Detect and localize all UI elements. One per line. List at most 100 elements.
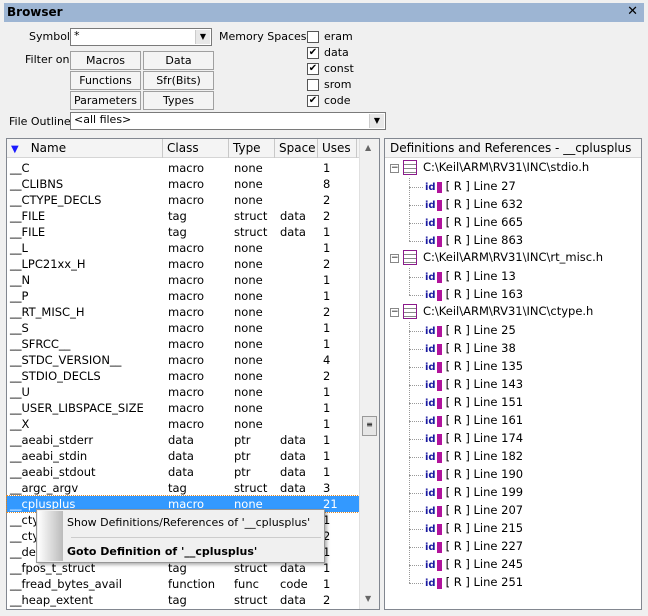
table-row[interactable]: __aeabi_stderr data ptr data 1 bbox=[7, 432, 359, 448]
list-header: ▼ Name Class Type Space Uses bbox=[7, 139, 359, 158]
cell-uses: 21 bbox=[323, 497, 338, 511]
filter-button-data[interactable]: Data bbox=[143, 51, 214, 70]
cell-type: none bbox=[234, 289, 263, 303]
identifier-icon: id bbox=[425, 524, 442, 535]
table-row[interactable]: __aeabi_stdout data ptr data 1 bbox=[7, 464, 359, 480]
menu-item-show-references[interactable]: Show Definitions/References of '__cplusp… bbox=[67, 516, 310, 529]
cell-type: func bbox=[234, 577, 259, 591]
checkbox-eram[interactable] bbox=[307, 31, 319, 43]
cell-uses: 8 bbox=[323, 177, 331, 191]
table-row[interactable]: __LPC21xx_H macro none 2 bbox=[7, 256, 359, 272]
reference-node[interactable]: id[ R ] Line 25 bbox=[425, 323, 516, 341]
file-path: C:\Keil\ARM\RV31\INC\rt_misc.h bbox=[423, 250, 604, 264]
column-header-type[interactable]: Type bbox=[229, 139, 275, 158]
vertical-scrollbar[interactable]: ▲ ≡ ▼ bbox=[359, 139, 379, 609]
reference-node[interactable]: id[ R ] Line 245 bbox=[425, 557, 523, 575]
file-node[interactable]: C:\Keil\ARM\RV31\INC\rt_misc.h bbox=[403, 250, 603, 268]
table-row[interactable]: __U macro none 1 bbox=[7, 384, 359, 400]
filter-button-functions[interactable]: Functions bbox=[70, 71, 141, 90]
reference-label: [ R ] Line 245 bbox=[445, 557, 524, 571]
menu-item-goto-definition[interactable]: Goto Definition of '__cplusplus' bbox=[67, 545, 257, 558]
cell-type: none bbox=[234, 257, 263, 271]
reference-node[interactable]: id[ R ] Line 199 bbox=[425, 485, 523, 503]
reference-node[interactable]: id[ R ] Line 665 bbox=[425, 215, 523, 233]
checkbox-const[interactable]: ✔ bbox=[307, 63, 319, 75]
scroll-up-icon[interactable]: ▲ bbox=[365, 143, 371, 152]
cell-type: struct bbox=[234, 225, 268, 239]
table-row[interactable]: __aeabi_stdin data ptr data 1 bbox=[7, 448, 359, 464]
table-row[interactable]: __P macro none 1 bbox=[7, 288, 359, 304]
collapse-icon[interactable]: − bbox=[390, 164, 399, 173]
file-path: C:\Keil\ARM\RV31\INC\stdio.h bbox=[423, 160, 590, 174]
table-row[interactable]: __USER_LIBSPACE_SIZE macro none 1 bbox=[7, 400, 359, 416]
filter-button-parameters[interactable]: Parameters bbox=[70, 91, 141, 110]
reference-node[interactable]: id[ R ] Line 135 bbox=[425, 359, 523, 377]
cell-class: macro bbox=[168, 305, 205, 319]
cell-name: __aeabi_stdout bbox=[10, 465, 96, 479]
column-header-uses[interactable]: Uses bbox=[318, 139, 357, 158]
table-row[interactable]: __CTYPE_DECLS macro none 2 bbox=[7, 192, 359, 208]
cell-uses: 2 bbox=[323, 257, 331, 271]
table-row[interactable]: __N macro none 1 bbox=[7, 272, 359, 288]
reference-node[interactable]: id[ R ] Line 13 bbox=[425, 269, 516, 287]
close-icon[interactable]: ✕ bbox=[627, 4, 638, 19]
cell-type: ptr bbox=[234, 433, 251, 447]
column-header-name[interactable]: ▼ Name bbox=[7, 139, 163, 158]
table-row[interactable]: __argc_argv tag struct data 3 bbox=[7, 480, 359, 496]
file-node[interactable]: C:\Keil\ARM\RV31\INC\ctype.h bbox=[403, 304, 593, 322]
filter-button-types[interactable]: Types bbox=[143, 91, 214, 110]
reference-node[interactable]: id[ R ] Line 632 bbox=[425, 197, 523, 215]
collapse-icon[interactable]: − bbox=[390, 308, 399, 317]
collapse-icon[interactable]: − bbox=[390, 254, 399, 263]
table-row[interactable]: __FILE tag struct data 1 bbox=[7, 224, 359, 240]
scrollbar-thumb[interactable]: ≡ bbox=[362, 416, 377, 436]
file-outline-combobox[interactable]: <all files> ▼ bbox=[70, 112, 386, 130]
table-row[interactable]: __CLIBNS macro none 8 bbox=[7, 176, 359, 192]
reference-label: [ R ] Line 143 bbox=[445, 377, 524, 391]
cell-class: data bbox=[168, 449, 194, 463]
identifier-icon: id bbox=[425, 398, 442, 409]
reference-node[interactable]: id[ R ] Line 27 bbox=[425, 179, 516, 197]
filter-button-sfrbits[interactable]: Sfr(Bits) bbox=[143, 71, 214, 90]
reference-node[interactable]: id[ R ] Line 227 bbox=[425, 539, 523, 557]
table-row[interactable]: __RT_MISC_H macro none 2 bbox=[7, 304, 359, 320]
identifier-icon: id bbox=[425, 578, 442, 589]
reference-node[interactable]: id[ R ] Line 215 bbox=[425, 521, 523, 539]
table-row[interactable]: __S macro none 1 bbox=[7, 320, 359, 336]
table-row[interactable]: __FILE tag struct data 2 bbox=[7, 208, 359, 224]
file-node[interactable]: C:\Keil\ARM\RV31\INC\stdio.h bbox=[403, 160, 589, 178]
reference-node[interactable]: id[ R ] Line 161 bbox=[425, 413, 523, 431]
reference-node[interactable]: id[ R ] Line 151 bbox=[425, 395, 523, 413]
scroll-down-icon[interactable]: ▼ bbox=[365, 594, 371, 603]
filter-button-macros[interactable]: Macros bbox=[70, 51, 141, 70]
reference-node[interactable]: id[ R ] Line 251 bbox=[425, 575, 523, 593]
reference-node[interactable]: id[ R ] Line 174 bbox=[425, 431, 523, 449]
checkbox-data[interactable]: ✔ bbox=[307, 47, 319, 59]
table-row[interactable]: __fread_bytes_avail function func code 1 bbox=[7, 576, 359, 592]
table-row[interactable]: __X macro none 1 bbox=[7, 416, 359, 432]
reference-node[interactable]: id[ R ] Line 190 bbox=[425, 467, 523, 485]
table-row[interactable]: __SFRCC__ macro none 1 bbox=[7, 336, 359, 352]
reference-node[interactable]: id[ R ] Line 207 bbox=[425, 503, 523, 521]
checkbox-srom[interactable] bbox=[307, 79, 319, 91]
column-header-class[interactable]: Class bbox=[163, 139, 229, 158]
identifier-icon: id bbox=[425, 326, 442, 337]
reference-node[interactable]: id[ R ] Line 143 bbox=[425, 377, 523, 395]
chevron-down-icon[interactable]: ▼ bbox=[195, 30, 210, 44]
cell-name: __LPC21xx_H bbox=[10, 257, 86, 271]
reference-node[interactable]: id[ R ] Line 163 bbox=[425, 287, 523, 305]
table-row[interactable]: __L macro none 1 bbox=[7, 240, 359, 256]
table-row[interactable]: __STDIO_DECLS macro none 2 bbox=[7, 368, 359, 384]
reference-node[interactable]: id[ R ] Line 38 bbox=[425, 341, 516, 359]
table-row[interactable]: __C macro none 1 bbox=[7, 160, 359, 176]
reference-node[interactable]: id[ R ] Line 863 bbox=[425, 233, 523, 251]
chevron-down-icon[interactable]: ▼ bbox=[369, 114, 384, 128]
table-row[interactable]: __STDC_VERSION__ macro none 4 bbox=[7, 352, 359, 368]
cell-name: __cty bbox=[10, 513, 40, 527]
symbol-combobox[interactable]: * ▼ bbox=[70, 28, 212, 46]
reference-node[interactable]: id[ R ] Line 182 bbox=[425, 449, 523, 467]
reference-label: [ R ] Line 161 bbox=[445, 413, 524, 427]
table-row[interactable]: __heap_extent tag struct data 2 bbox=[7, 592, 359, 608]
column-header-space[interactable]: Space bbox=[275, 139, 318, 158]
checkbox-code[interactable]: ✔ bbox=[307, 95, 319, 107]
